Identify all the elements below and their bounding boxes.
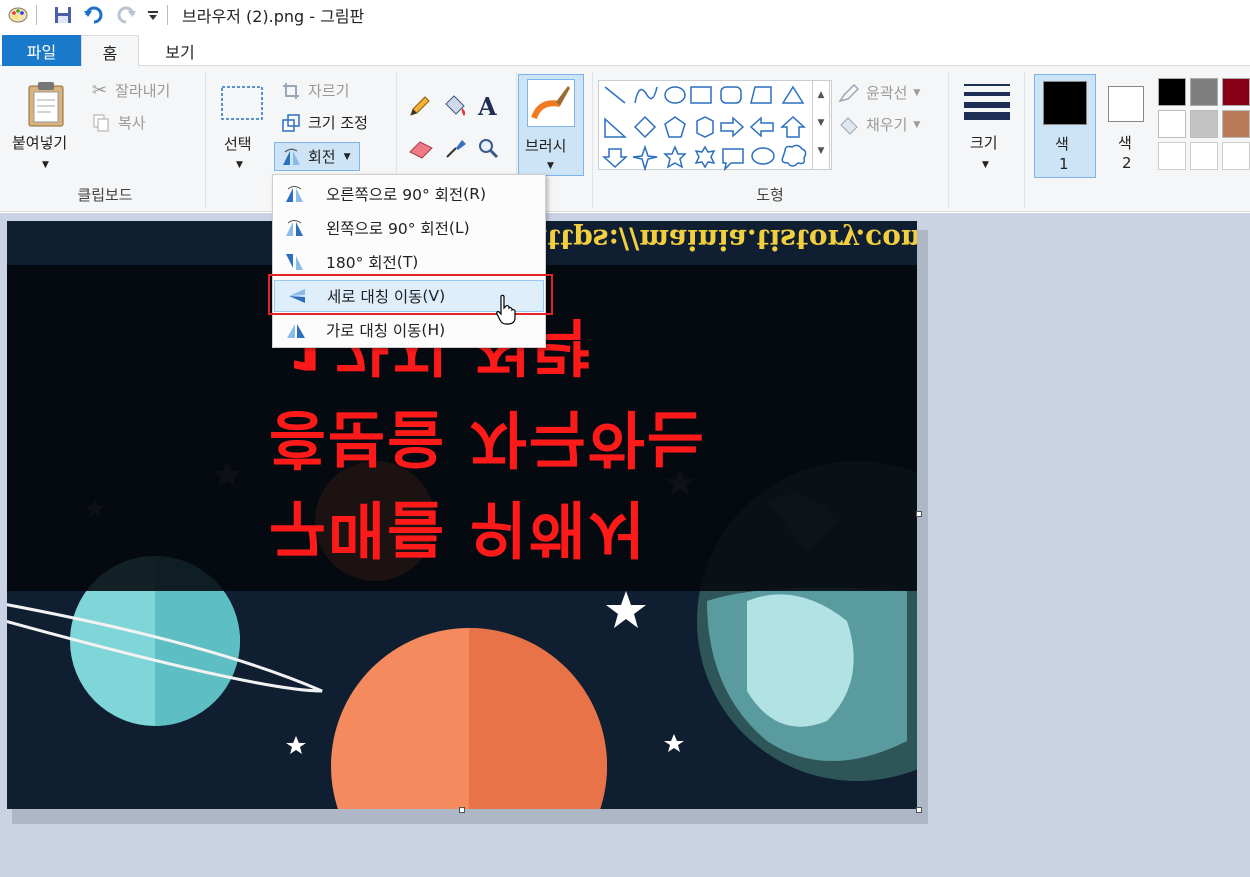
palette-swatch-black[interactable]: [1158, 78, 1186, 106]
palette-swatch-empty[interactable]: [1190, 142, 1218, 170]
flip-horizontal-icon: [282, 320, 310, 340]
shapes-group-label: 도형: [756, 186, 784, 204]
outline-dropdown-icon: ▼: [913, 87, 921, 98]
color-picker-icon[interactable]: [444, 136, 468, 164]
ribbon: 붙여넣기 ▼ ✂ 잘라내기 복사 클립보드 선택 ▼ 자르기 크기 조정 회전 …: [0, 66, 1250, 212]
shapes-scroll[interactable]: ▲ ▼ ▼: [812, 80, 830, 170]
group-separator: [592, 72, 593, 208]
brushes-label: 브러시: [525, 137, 567, 155]
fill-icon[interactable]: [442, 92, 468, 122]
separator: [36, 5, 37, 25]
rotate-left-icon: [282, 218, 310, 238]
outline-button[interactable]: 윤곽선 ▼: [838, 82, 920, 103]
fill-shape-dropdown-icon: ▼: [913, 119, 921, 130]
image-url-text: https://mainia.tistory.com: [527, 223, 917, 256]
brushes-button[interactable]: 브러시 ▼: [518, 74, 584, 176]
color2-button[interactable]: 색 2: [1104, 82, 1148, 174]
color-palette: [1158, 78, 1250, 174]
select-button[interactable]: 선택: [224, 133, 252, 154]
paste-icon[interactable]: [26, 80, 66, 132]
color1-button[interactable]: 색 1: [1034, 74, 1096, 178]
group-separator: [1024, 72, 1025, 208]
tab-home[interactable]: 홈: [81, 35, 139, 67]
scroll-down-icon[interactable]: ▼: [813, 109, 829, 137]
size-dropdown-icon[interactable]: ▼: [982, 160, 989, 170]
palette-swatch-white[interactable]: [1158, 110, 1186, 138]
color2-number: 2: [1122, 154, 1132, 172]
color1-label: 색: [1055, 135, 1069, 153]
copy-button[interactable]: 복사: [92, 112, 146, 133]
group-separator: [948, 72, 949, 208]
separator: [167, 5, 168, 25]
group-separator: [205, 72, 206, 208]
window-title: 브라우저 (2).png - 그림판: [182, 7, 365, 26]
fill-shape-icon: [838, 115, 860, 135]
pencil-icon[interactable]: [408, 94, 432, 122]
menu-rotate-right-90[interactable]: 오른쪽으로 90° 회전 (R): [274, 178, 544, 210]
rotate-dropdown-icon: ▼: [343, 151, 351, 162]
cut-button[interactable]: ✂ 잘라내기: [92, 80, 170, 101]
palette-swatch-light-gray[interactable]: [1190, 110, 1218, 138]
color2-swatch: [1108, 86, 1144, 122]
resize-handle-right[interactable]: [916, 511, 922, 517]
eraser-icon[interactable]: [408, 138, 434, 164]
color1-swatch: [1043, 81, 1087, 125]
tab-view[interactable]: 보기: [148, 35, 212, 66]
shapes-icons: [602, 85, 807, 172]
palette-swatch-brown[interactable]: [1222, 110, 1250, 138]
rotate-right-icon: [282, 184, 310, 204]
crop-icon: [282, 82, 300, 100]
brushes-dropdown-icon: ▼: [547, 161, 554, 171]
ribbon-tabs: 파일 홈 보기: [0, 32, 1250, 67]
scissors-icon: ✂: [92, 80, 108, 101]
fill-shape-button[interactable]: 채우기 ▼: [838, 114, 920, 135]
crop-button[interactable]: 자르기: [282, 80, 349, 101]
brush-icon: [527, 79, 575, 127]
paste-dropdown-icon[interactable]: ▼: [42, 160, 49, 170]
palette-swatch-dark-red[interactable]: [1222, 78, 1250, 106]
color2-label: 색: [1118, 134, 1132, 152]
select-dropdown-icon[interactable]: ▼: [236, 160, 243, 170]
resize-button[interactable]: 크기 조정: [282, 112, 368, 133]
magnifier-icon[interactable]: [476, 136, 500, 164]
mouse-cursor-icon: [495, 294, 517, 330]
tab-file[interactable]: 파일: [2, 35, 81, 66]
image-text-line1: 구매를 위해서: [269, 492, 647, 565]
redo-icon[interactable]: [115, 5, 137, 25]
paint-app-icon[interactable]: [8, 6, 28, 24]
palette-swatch-empty[interactable]: [1222, 142, 1250, 170]
palette-swatch-empty[interactable]: [1158, 142, 1186, 170]
menu-rotate-left-90[interactable]: 왼쪽으로 90° 회전 (L): [274, 212, 544, 244]
resize-icon: [282, 113, 300, 132]
image-text-line2: 흥분을 자극하는: [269, 402, 706, 475]
palette-swatch-gray[interactable]: [1190, 78, 1218, 106]
resize-handle-bottom[interactable]: [459, 807, 465, 813]
shapes-gallery[interactable]: [598, 80, 832, 172]
copy-icon: [92, 114, 110, 132]
text-tool-icon[interactable]: A: [478, 92, 497, 121]
rotate-button[interactable]: 회전 ▼: [274, 142, 360, 171]
size-button[interactable]: 크기: [970, 132, 998, 153]
outline-icon: [838, 83, 860, 103]
undo-icon[interactable]: [83, 5, 105, 25]
paste-button[interactable]: 붙여넣기: [12, 132, 67, 153]
canvas-area: https://mainia.tistory.com 구매를 위해서 흥분을 자…: [0, 213, 1250, 877]
clipboard-group-label: 클립보드: [77, 186, 133, 204]
select-icon[interactable]: [220, 84, 264, 128]
resize-handle-corner[interactable]: [916, 807, 922, 813]
save-icon[interactable]: [53, 5, 73, 25]
customize-quick-access-icon[interactable]: [147, 8, 159, 22]
color1-number: 1: [1059, 155, 1069, 173]
title-bar: 브라우저 (2).png - 그림판: [0, 0, 1250, 30]
size-icon[interactable]: [962, 80, 1012, 124]
scroll-up-icon[interactable]: ▲: [813, 81, 829, 109]
gallery-expand-icon[interactable]: ▼: [813, 137, 829, 165]
rotate-180-icon: [282, 252, 310, 272]
rotate-icon: [281, 147, 303, 167]
